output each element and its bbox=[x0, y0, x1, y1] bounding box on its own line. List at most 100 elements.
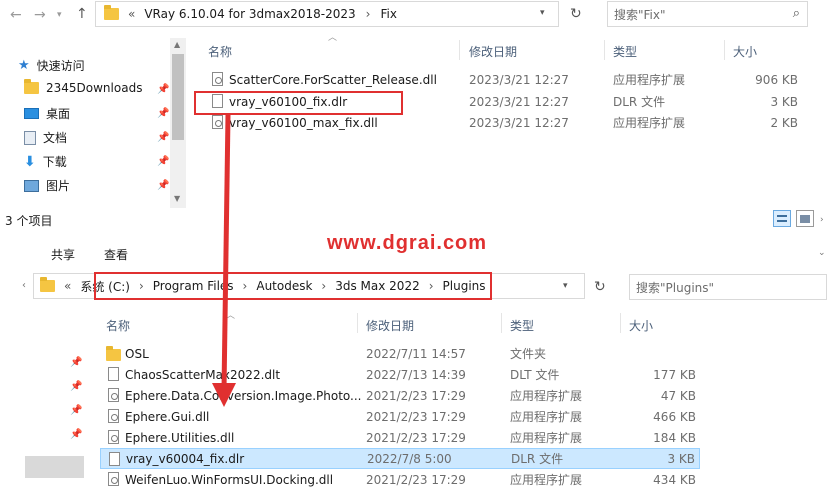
details-view-icon bbox=[777, 215, 787, 222]
refresh-icon[interactable]: ↻ bbox=[594, 279, 606, 295]
document-icon bbox=[24, 130, 36, 145]
sidebar-item-desktop[interactable]: 桌面 bbox=[24, 105, 70, 122]
column-divider[interactable] bbox=[724, 40, 725, 60]
sidebar-item-2345downloads[interactable]: 2345Downloads bbox=[24, 79, 142, 95]
highlight-box-destination bbox=[94, 272, 492, 300]
breadcrumb-fix[interactable]: Fix bbox=[380, 7, 396, 21]
back-button[interactable]: ← bbox=[10, 8, 22, 22]
file-type: 文件夹 bbox=[510, 347, 547, 361]
refresh-icon[interactable]: ↻ bbox=[570, 6, 582, 22]
sort-up-icon: ︿ bbox=[328, 33, 338, 43]
file-name: vray_v60100_max_fix.dll bbox=[229, 115, 378, 130]
pin-icon[interactable]: 📌 bbox=[157, 180, 169, 191]
dll-file-icon bbox=[108, 388, 119, 402]
file-date: 2023/3/21 12:27 bbox=[469, 72, 569, 87]
pin-icon[interactable]: 📌 bbox=[157, 84, 169, 95]
sidebar-item-pictures[interactable]: 图片 bbox=[24, 177, 70, 194]
file-row[interactable]: OSL 2022/7/11 14:57 文件夹 bbox=[100, 343, 700, 364]
file-name: OSL bbox=[125, 346, 149, 361]
address-overflow[interactable]: « bbox=[128, 7, 135, 21]
file-type: 应用程序扩展 bbox=[510, 389, 583, 403]
pin-icon[interactable]: 📌 bbox=[70, 381, 82, 392]
ribbon-tab-view[interactable]: 查看 bbox=[104, 246, 128, 263]
column-header-name[interactable]: 名称 bbox=[106, 317, 130, 334]
pin-icon[interactable]: 📌 bbox=[157, 156, 169, 167]
pin-icon[interactable]: 📌 bbox=[70, 357, 82, 368]
up-button[interactable]: ↑ bbox=[76, 7, 88, 21]
sidebar-scrollbar[interactable]: ▲ ▼ bbox=[170, 38, 186, 208]
sidebar-item-documents[interactable]: 文档 bbox=[24, 129, 67, 146]
file-size: 177 KB bbox=[653, 367, 696, 382]
file-type: DLR 文件 bbox=[511, 452, 564, 466]
folder-icon bbox=[104, 5, 119, 20]
breadcrumb-vray[interactable]: VRay 6.10.04 for 3dmax2018-2023 bbox=[144, 7, 355, 21]
file-row[interactable]: Ephere.Gui.dll 2021/2/23 17:29 应用程序扩展 46… bbox=[100, 406, 700, 427]
pin-icon[interactable]: 📌 bbox=[157, 108, 169, 119]
search-input[interactable]: 搜索"Plugins" bbox=[629, 274, 827, 300]
details-view-button[interactable] bbox=[773, 210, 791, 227]
pin-icon[interactable]: 📌 bbox=[70, 405, 82, 416]
scroll-up-arrow[interactable]: ▲ bbox=[174, 40, 180, 49]
file-row[interactable]: vray_v60100_max_fix.dll 2023/3/21 12:27 … bbox=[195, 112, 810, 133]
pin-icon[interactable]: 📌 bbox=[70, 429, 82, 440]
file-type: 应用程序扩展 bbox=[510, 431, 583, 445]
sidebar-selected-item[interactable] bbox=[25, 456, 84, 478]
file-date: 2023/3/21 12:27 bbox=[469, 115, 569, 130]
file-row[interactable]: Ephere.Utilities.dll 2021/2/23 17:29 应用程… bbox=[100, 427, 700, 448]
file-row-selected[interactable]: vray_v60004_fix.dlr 2022/7/8 5:00 DLR 文件… bbox=[100, 448, 700, 469]
ribbon-tab-share[interactable]: 共享 bbox=[51, 246, 75, 263]
download-icon: ⬇ bbox=[24, 153, 36, 170]
file-type: 应用程序扩展 bbox=[613, 73, 686, 87]
file-row[interactable]: WeifenLuo.WinFormsUI.Docking.dll 2021/2/… bbox=[100, 469, 700, 490]
file-date: 2021/2/23 17:29 bbox=[366, 388, 466, 403]
file-name: Ephere.Utilities.dll bbox=[125, 430, 235, 445]
file-row[interactable]: ChaosScatterMax2022.dlt 2022/7/13 14:39 … bbox=[100, 364, 700, 385]
address-dropdown-button[interactable]: ▾ bbox=[540, 8, 545, 18]
address-overflow[interactable]: « bbox=[64, 279, 71, 293]
sidebar-item-quick-access[interactable]: ★ 快速访问 bbox=[18, 57, 85, 74]
left-nav-arrow[interactable]: ‹ bbox=[22, 280, 26, 291]
column-header-name[interactable]: 名称 bbox=[208, 43, 232, 60]
watermark-text: www.dgrai.com bbox=[327, 232, 488, 254]
column-divider[interactable] bbox=[459, 40, 460, 60]
file-date: 2022/7/13 14:39 bbox=[366, 367, 466, 382]
picture-icon bbox=[24, 179, 39, 192]
column-divider[interactable] bbox=[501, 313, 502, 333]
address-dropdown-button[interactable]: ▾ bbox=[563, 281, 568, 291]
file-name: ScatterCore.ForScatter_Release.dll bbox=[229, 72, 437, 87]
file-size: 47 KB bbox=[660, 388, 696, 403]
file-row[interactable]: Ephere.Data.Conversion.Image.Photo... 20… bbox=[100, 385, 700, 406]
forward-button[interactable]: → bbox=[34, 8, 46, 22]
file-name: WeifenLuo.WinFormsUI.Docking.dll bbox=[125, 472, 334, 487]
file-name: Ephere.Gui.dll bbox=[125, 409, 210, 424]
dll-file-icon bbox=[108, 409, 119, 423]
pin-icon[interactable]: 📌 bbox=[157, 132, 169, 143]
ribbon-expand-icon[interactable]: ⌄ bbox=[818, 248, 826, 258]
scroll-down-arrow[interactable]: ▼ bbox=[174, 194, 180, 203]
scroll-right-arrow[interactable]: › bbox=[820, 215, 824, 225]
large-icons-view-icon bbox=[800, 215, 810, 223]
large-icons-view-button[interactable] bbox=[796, 210, 814, 227]
file-size: 3 KB bbox=[770, 94, 798, 109]
column-header-size[interactable]: 大小 bbox=[629, 317, 653, 334]
column-header-type[interactable]: 类型 bbox=[510, 317, 534, 334]
file-row[interactable]: ScatterCore.ForScatter_Release.dll 2023/… bbox=[195, 69, 810, 90]
column-divider[interactable] bbox=[604, 40, 605, 60]
column-header-date[interactable]: 修改日期 bbox=[366, 317, 414, 334]
file-size: 906 KB bbox=[755, 72, 798, 87]
column-header-type[interactable]: 类型 bbox=[613, 43, 637, 60]
sidebar-item-downloads[interactable]: ⬇ 下载 bbox=[24, 153, 67, 170]
column-header-size[interactable]: 大小 bbox=[733, 43, 757, 60]
file-date: 2022/7/11 14:57 bbox=[366, 346, 466, 361]
column-divider[interactable] bbox=[620, 313, 621, 333]
file-date: 2021/2/23 17:29 bbox=[366, 409, 466, 424]
search-input[interactable]: 搜索"Fix" ⌕ bbox=[607, 1, 808, 27]
recent-dropdown-button[interactable]: ▾ bbox=[57, 8, 62, 22]
column-divider[interactable] bbox=[357, 313, 358, 333]
column-header-date[interactable]: 修改日期 bbox=[469, 43, 517, 60]
star-icon: ★ bbox=[18, 58, 30, 73]
red-arrow-icon bbox=[212, 115, 236, 407]
address-bar[interactable]: « VRay 6.10.04 for 3dmax2018-2023 › Fix bbox=[95, 1, 559, 27]
file-size: 466 KB bbox=[653, 409, 696, 424]
scrollbar-thumb[interactable] bbox=[172, 54, 184, 140]
